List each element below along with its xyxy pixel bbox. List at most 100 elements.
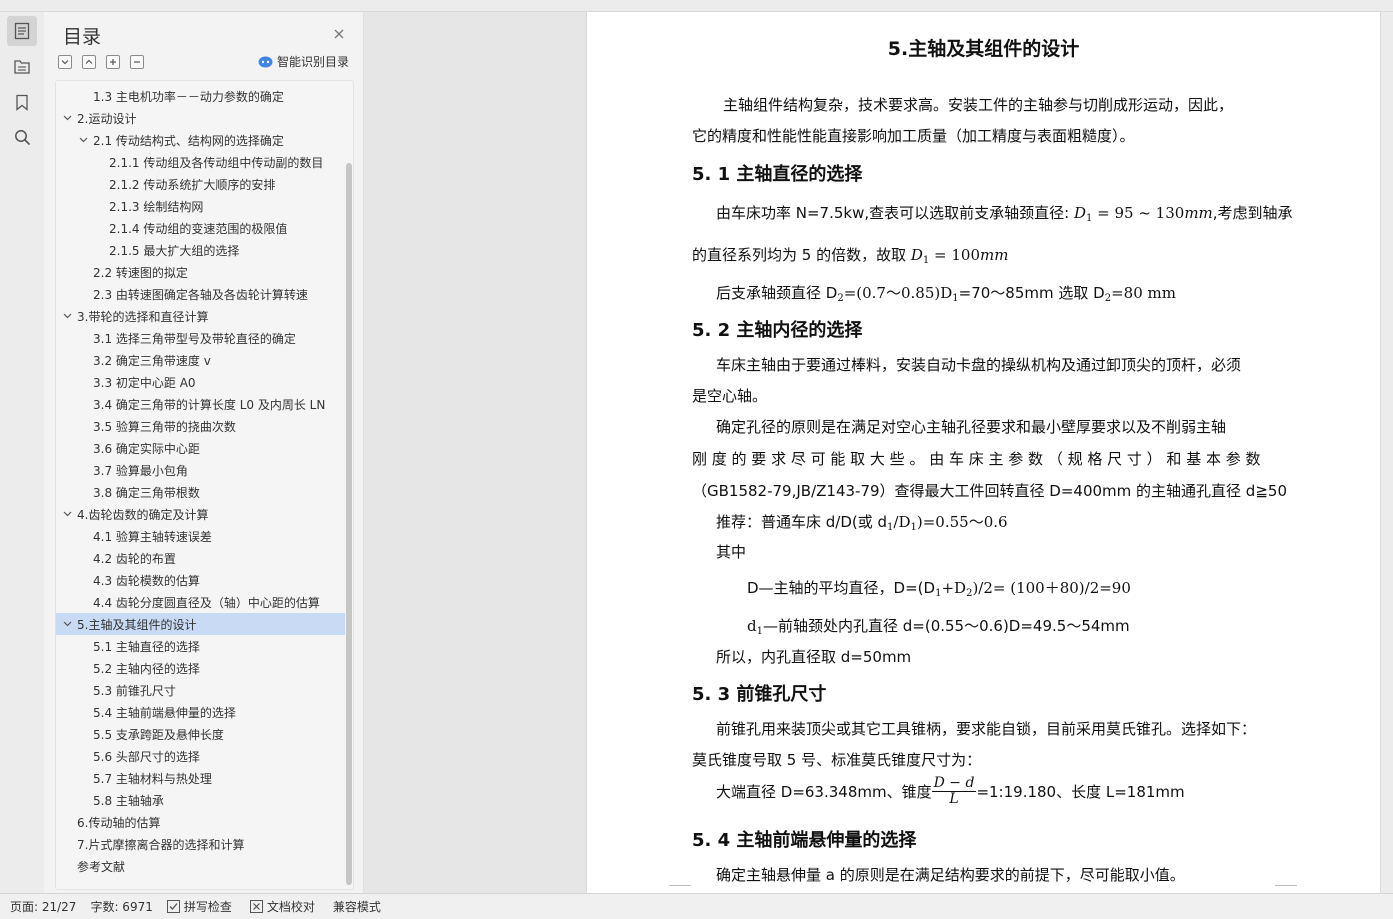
page-crop-mark	[669, 885, 691, 893]
toc-item-label: 3.4 确定三角带的计算长度 L0 及内周长 LN	[93, 397, 326, 412]
toc-item[interactable]: 5.主轴及其组件的设计	[56, 613, 345, 635]
text-run: +D	[941, 579, 967, 597]
chevron-down-icon[interactable]	[62, 113, 72, 123]
toc-item[interactable]: 3.带轮的选择和直径计算	[56, 305, 345, 327]
paragraph: 莫氏锥度号取 5 号、标准莫氏锥度尺寸为：	[692, 751, 982, 769]
toc-panel-icon[interactable]	[7, 16, 37, 46]
expand-down-icon[interactable]	[58, 55, 72, 69]
toc-item[interactable]: 2.1.4 传动组的变速范围的极限值	[56, 217, 345, 239]
paragraph: 所以，内孔直径取 d=50mm	[716, 648, 912, 666]
toc-item-label: 5.4 主轴前端悬伸量的选择	[93, 705, 236, 720]
chevron-down-icon[interactable]	[62, 509, 72, 519]
fraction-denominator: L	[949, 791, 959, 807]
toc-item[interactable]: 3.1 选择三角带型号及带轮直径的确定	[56, 327, 345, 349]
toc-item[interactable]: 2.3 由转速图确定各轴及各齿轮计算转速	[56, 283, 345, 305]
toc-item[interactable]: 3.5 验算三角带的挠曲次数	[56, 415, 345, 437]
toc-title: 目录	[63, 26, 102, 48]
toc-item-label: 5.2 主轴内径的选择	[93, 661, 200, 676]
text-run: = 100	[929, 246, 981, 264]
toc-item-label: 4.3 齿轮模数的估算	[93, 573, 200, 588]
toc-item-label: 5.5 支承跨距及悬伸长度	[93, 727, 224, 742]
bookmark-icon[interactable]	[7, 87, 37, 117]
toc-item[interactable]: 参考文献	[56, 855, 345, 877]
toc-item[interactable]: 5.4 主轴前端悬伸量的选择	[56, 701, 345, 723]
toc-item[interactable]: 5.1 主轴直径的选择	[56, 635, 345, 657]
paragraph: 由车床功率 N=7.5kw,查表可以选取前支承轴颈直径: D1 = 95 ~ 1…	[716, 202, 1293, 224]
toc-item[interactable]: 1.3 主电机功率－－动力参数的确定	[56, 85, 345, 107]
toc-item-label: 5.1 主轴直径的选择	[93, 639, 200, 654]
ai-icon	[258, 56, 273, 67]
toc-item-label: 3.2 确定三角带速度 v	[93, 353, 211, 368]
section-heading-5-1: 5. 1 主轴直径的选择	[692, 164, 863, 185]
toc-item[interactable]: 3.2 确定三角带速度 v	[56, 349, 345, 371]
toc-item[interactable]: 5.8 主轴轴承	[56, 789, 345, 811]
section-heading-5-4: 5. 4 主轴前端悬伸量的选择	[692, 830, 917, 851]
check-icon	[166, 900, 180, 913]
toc-item[interactable]: 6.传动轴的估算	[56, 811, 345, 833]
toc-item[interactable]: 2.1.1 传动组及各传动组中传动副的数目	[56, 151, 345, 173]
word-count[interactable]: 字数: 6971	[90, 898, 152, 915]
toc-scrollbar[interactable]	[346, 163, 352, 885]
spell-check-button[interactable]: 拼写检查	[166, 898, 232, 915]
chevron-down-icon[interactable]	[62, 619, 72, 629]
document-page[interactable]: 5.主轴及其组件的设计 主轴组件结构复杂，技术要求高。安装工件的主轴参与切削成形…	[587, 12, 1380, 893]
remove-level-icon[interactable]	[130, 55, 144, 69]
toc-item-label: 2.1.1 传动组及各传动组中传动副的数目	[109, 155, 324, 170]
toc-item[interactable]: 5.3 前锥孔尺寸	[56, 679, 345, 701]
search-icon[interactable]	[7, 122, 37, 152]
page-title: 5.主轴及其组件的设计	[887, 38, 1080, 60]
paragraph: 的直径系列均为 5 的倍数，故取 D1 = 100mm	[692, 244, 1008, 266]
toc-item[interactable]: 3.8 确定三角带根数	[56, 481, 345, 503]
toc-item[interactable]: 2.1.2 传动系统扩大顺序的安排	[56, 173, 345, 195]
toc-item[interactable]: 3.7 验算最小包角	[56, 459, 345, 481]
toc-item[interactable]: 3.3 初定中心距 A0	[56, 371, 345, 393]
toc-item[interactable]: 4.2 齿轮的布置	[56, 547, 345, 569]
toc-item[interactable]: 4.4 齿轮分度圆直径及（轴）中心距的估算	[56, 591, 345, 613]
toc-item[interactable]: 2.2 转速图的拟定	[56, 261, 345, 283]
document-scrollbar[interactable]	[1381, 12, 1393, 893]
text-run: =1:19.180、长度 L=181mm	[976, 783, 1185, 801]
toc-item-label: 5.3 前锥孔尺寸	[93, 683, 176, 698]
toc-item[interactable]: 2.1 传动结构式、结构网的选择确定	[56, 129, 345, 151]
page-count[interactable]: 页面: 21/27	[10, 898, 76, 915]
toc-item-label: 5.6 头部尺寸的选择	[93, 749, 200, 764]
text-run: =80 mm	[1111, 284, 1176, 302]
document-proof-button[interactable]: 文档校对	[249, 898, 315, 915]
toc-item[interactable]: 7.片式摩擦离合器的选择和计算	[56, 833, 345, 855]
toc-item[interactable]: 3.6 确定实际中心距	[56, 437, 345, 459]
toc-item-label: 6.传动轴的估算	[77, 815, 161, 830]
toc-item[interactable]: 4.1 验算主轴转速误差	[56, 525, 345, 547]
add-level-icon[interactable]	[106, 55, 120, 69]
smart-toc-button[interactable]: 智能识别目录	[258, 53, 349, 70]
toc-item[interactable]: 5.2 主轴内径的选择	[56, 657, 345, 679]
paragraph: 大端直径 D=63.348mm、锥度 D − d L =1:19.180、长度 …	[716, 776, 1185, 807]
toc-item[interactable]: 2.1.5 最大扩大组的选择	[56, 239, 345, 261]
text-run: D—主轴的平均直径，D=(D	[747, 579, 936, 597]
document-proof-label: 文档校对	[266, 900, 315, 914]
toc-item[interactable]: 4.3 齿轮模数的估算	[56, 569, 345, 591]
wps-writer-window: 目录 智能识别目录 1.3 主电机功率－－动力参数的确定 2.运动设计 2.1 传动…	[0, 0, 1393, 919]
section-heading-5-3: 5. 3 前锥孔尺寸	[692, 684, 827, 705]
toc-item[interactable]: 4.齿轮齿数的确定及计算	[56, 503, 345, 525]
toc-item[interactable]: 3.4 确定三角带的计算长度 L0 及内周长 LN	[56, 393, 345, 415]
document-area: 5.主轴及其组件的设计 主轴组件结构复杂，技术要求高。安装工件的主轴参与切削成形…	[364, 12, 1393, 893]
toc-item-label: 2.1.3 绘制结构网	[109, 199, 204, 214]
chevron-down-icon[interactable]	[78, 135, 88, 145]
toc-item[interactable]: 2.1.3 绘制结构网	[56, 195, 345, 217]
toc-item-label: 4.1 验算主轴转速误差	[93, 529, 212, 544]
text-run: =70～85mm 选取 D	[958, 284, 1105, 302]
left-icon-rail	[0, 12, 44, 893]
close-icon[interactable]	[332, 26, 346, 40]
paragraph: D—主轴的平均直径，D=(D1+D2)/2= (100＋80)/2=90	[747, 577, 1131, 599]
navigation-structure-icon[interactable]	[7, 52, 37, 82]
toc-item[interactable]: 5.5 支承跨距及悬伸长度	[56, 723, 345, 745]
chevron-down-icon[interactable]	[62, 311, 72, 321]
toc-item[interactable]: 5.6 头部尺寸的选择	[56, 745, 345, 767]
text-run: 大端直径 D=63.348mm、锥度	[716, 783, 932, 801]
toc-item[interactable]: 2.运动设计	[56, 107, 345, 129]
paragraph: （GB1582-79,JB/Z143-79）查得最大工件回转直径 D=400mm…	[692, 482, 1287, 500]
compat-mode[interactable]: 兼容模式	[333, 898, 381, 915]
collapse-up-icon[interactable]	[82, 55, 96, 69]
toc-list-container: 1.3 主电机功率－－动力参数的确定 2.运动设计 2.1 传动结构式、结构网的选择…	[55, 80, 354, 890]
toc-item[interactable]: 5.7 主轴材料与热处理	[56, 767, 345, 789]
